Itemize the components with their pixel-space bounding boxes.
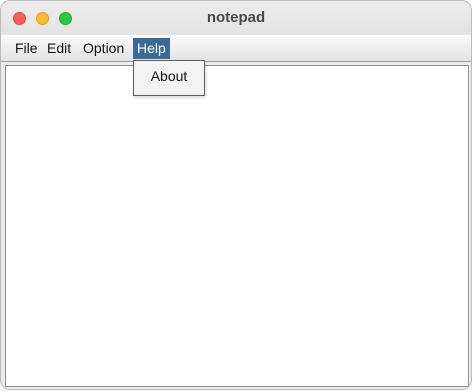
menu-file[interactable]: File [11, 38, 42, 59]
help-dropdown-menu: About [133, 60, 205, 96]
menu-item-about[interactable]: About [134, 68, 204, 84]
title-bar[interactable]: notepad [1, 1, 471, 35]
menu-edit[interactable]: Edit [43, 38, 75, 59]
window-title: notepad [206, 9, 266, 26]
menu-help[interactable]: Help [133, 38, 170, 59]
text-editor-area[interactable] [5, 65, 469, 387]
notepad-window: notepad File Edit Option Help About [0, 0, 472, 390]
menu-option[interactable]: Option [79, 38, 128, 59]
menu-bar: File Edit Option Help [1, 35, 471, 62]
